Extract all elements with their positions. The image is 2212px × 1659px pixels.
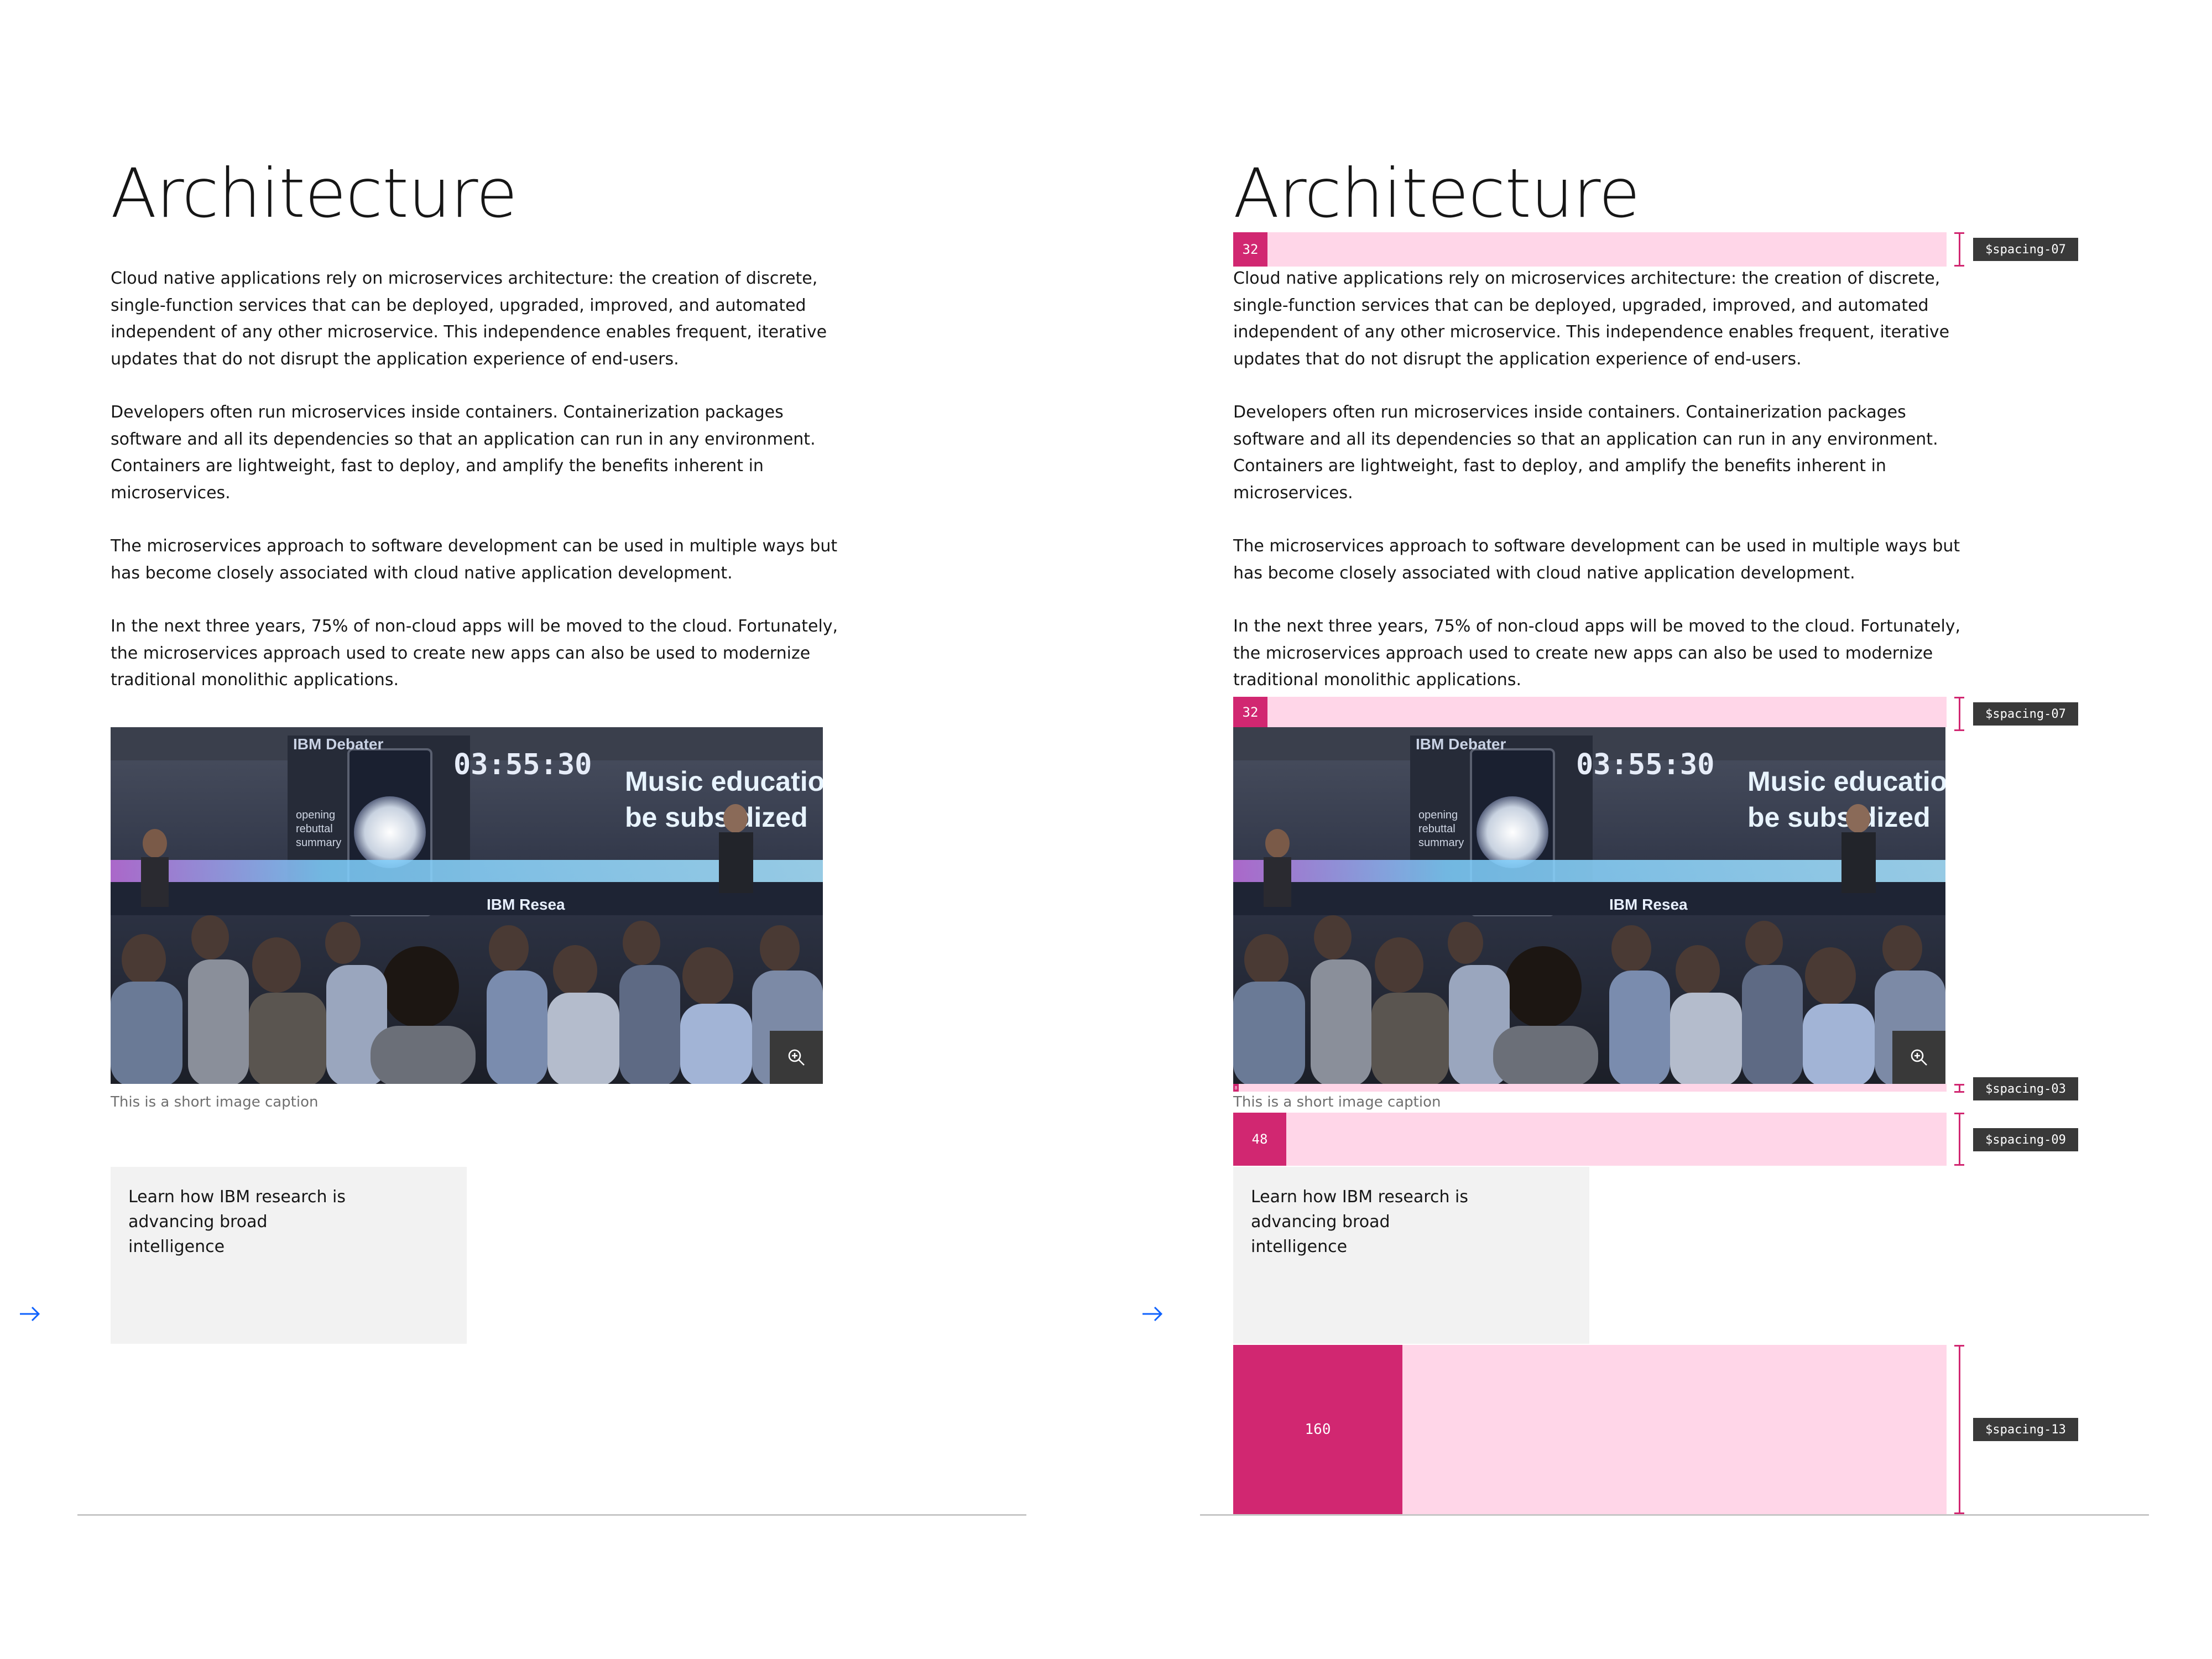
spacing-value: 32	[1233, 232, 1267, 267]
screen-headline: Music education	[1747, 766, 1945, 797]
screen-side-label: opening	[1418, 809, 1458, 821]
screen-side-label: summary	[296, 837, 341, 849]
link-tile[interactable]: Learn how IBM research is advancing broa…	[1233, 1167, 1589, 1344]
page-title: Architecture	[111, 154, 518, 233]
paragraph: Developers often run microservices insid…	[111, 403, 816, 503]
screen-side-label: rebuttal	[296, 823, 333, 835]
stage-label: IBM Resea	[1609, 896, 1688, 913]
spacing-bracket	[1954, 1113, 1964, 1166]
left-layout-panel: Architecture Cloud native applications r…	[0, 0, 1106, 1659]
page-title: Architecture	[1233, 154, 1640, 233]
photo-illustration: IBM Debater 03:55:30 Music education be …	[1233, 727, 1945, 1084]
image-caption: This is a short image caption	[111, 1094, 319, 1110]
spacing-band	[1233, 697, 1947, 727]
spacing-token-label: $spacing-09	[1973, 1128, 2078, 1151]
spacing-value: 160	[1233, 1345, 1402, 1514]
paragraph: In the next three years, 75% of non-clou…	[1233, 617, 1961, 690]
stage-label: IBM Resea	[487, 896, 565, 913]
body-copy: Cloud native applications rely on micros…	[1233, 265, 1963, 721]
screen-headline: be subsidized	[625, 802, 808, 833]
screen-side-label: opening	[296, 809, 335, 821]
image-caption: This is a short image caption	[1233, 1094, 1441, 1110]
spacing-value: 8	[1233, 1084, 1239, 1092]
spacing-token-label: $spacing-13	[1973, 1418, 2078, 1441]
spacing-band	[1233, 232, 1947, 267]
arrow-right-icon[interactable]	[18, 1305, 42, 1323]
link-tile[interactable]: Learn how IBM research is advancing broa…	[111, 1167, 467, 1344]
conference-photo: IBM Debater 03:55:30 Music education be …	[111, 727, 823, 1084]
bottom-divider	[1200, 1514, 2149, 1516]
spacing-value: 32	[1233, 697, 1267, 727]
spacing-band	[1233, 1084, 1947, 1092]
timer-text: 03:55:30	[453, 748, 592, 781]
spacing-token-label: $spacing-07	[1973, 238, 2078, 261]
timer-text: 03:55:30	[1576, 748, 1714, 781]
body-copy: Cloud native applications rely on micros…	[111, 265, 841, 721]
paragraph: Cloud native applications rely on micros…	[1233, 269, 1950, 369]
conference-photo: IBM Debater 03:55:30 Music education be …	[1233, 727, 1945, 1084]
arrow-right-icon[interactable]	[1140, 1305, 1165, 1323]
spacing-value: 48	[1233, 1113, 1286, 1166]
paragraph: The microservices approach to software d…	[111, 536, 838, 583]
spacing-token-label: $spacing-07	[1973, 702, 2078, 726]
spacing-band	[1233, 1113, 1947, 1166]
zoom-in-icon	[788, 1049, 805, 1066]
screen-headline: Music education	[625, 766, 823, 797]
zoom-button[interactable]	[1892, 1031, 1945, 1084]
spacing-bracket	[1954, 232, 1964, 267]
zoom-in-icon	[1911, 1049, 1927, 1066]
screen-label: IBM Debater	[1416, 735, 1506, 753]
tile-text: Learn how IBM research is advancing broa…	[1251, 1187, 1468, 1256]
screen-side-label: rebuttal	[1418, 823, 1455, 835]
paragraph: Developers often run microservices insid…	[1233, 403, 1938, 503]
spacing-bracket	[1954, 1084, 1964, 1093]
right-annotated-panel: Architecture 32 $spacing-07 Cloud native…	[1123, 0, 2212, 1659]
screen-label: IBM Debater	[293, 735, 383, 753]
photo-illustration: IBM Debater 03:55:30 Music education be …	[111, 727, 823, 1084]
spacing-token-label: $spacing-03	[1973, 1077, 2078, 1100]
screen-headline: be subsidized	[1747, 802, 1931, 833]
paragraph: The microservices approach to software d…	[1233, 536, 1960, 583]
screen-side-label: summary	[1418, 837, 1464, 849]
zoom-button[interactable]	[770, 1031, 823, 1084]
spacing-bracket	[1954, 697, 1964, 731]
tile-text: Learn how IBM research is advancing broa…	[128, 1187, 346, 1256]
paragraph: Cloud native applications rely on micros…	[111, 269, 827, 369]
bottom-divider	[77, 1514, 1026, 1516]
paragraph: In the next three years, 75% of non-clou…	[111, 617, 838, 690]
spacing-bracket	[1954, 1345, 1964, 1514]
